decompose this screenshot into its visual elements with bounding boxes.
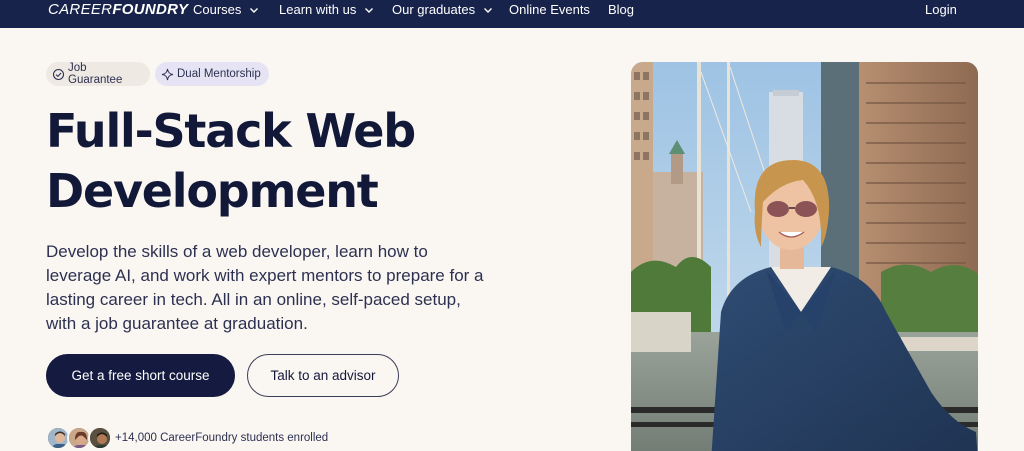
nav-item-blog[interactable]: Blog [608,2,634,18]
nav-item-label: Courses [193,2,242,17]
talk-to-advisor-button[interactable]: Talk to an advisor [247,354,399,397]
badge-label: Dual Mentorship [177,68,261,80]
hero-description: Develop the skills of a web developer, l… [46,242,484,333]
chevron-down-icon [249,5,259,15]
avatar [88,426,112,450]
nav-item-label: Our graduates [392,2,476,17]
nav-item-online-events[interactable]: Online Events [509,2,590,18]
nav-item-courses[interactable]: Courses [193,2,259,18]
badge-job-guarantee: Job Guarantee [46,62,150,86]
nav-item-our-graduates[interactable]: Our graduates [392,2,493,18]
page-title-line-1: Full-Stack Web [46,104,416,158]
nav-item-label: Online Events [509,2,590,17]
nav-item-learn-with-us[interactable]: Learn with us [279,2,374,18]
careerfoundry-logo[interactable]: CAREERFOUNDRY [48,1,188,19]
get-free-short-course-button[interactable]: Get a free short course [46,354,235,397]
hero-photo [631,62,978,451]
logo-text-foundry: FOUNDRY [112,1,189,18]
login-label: Login [925,2,957,17]
chevron-down-icon [483,5,493,15]
check-circle-icon [52,68,65,81]
student-avatars [46,426,114,450]
badge-dual-mentorship: Dual Mentorship [155,62,269,86]
chevron-down-icon [364,5,374,15]
nav-item-label: Learn with us [279,2,357,17]
page-title: Full-Stack Web Development [46,101,566,221]
badge-label: Job Guarantee [68,62,123,86]
logo-text-career: CAREER [48,1,113,18]
page-title-line-2: Development [46,164,379,218]
login-link[interactable]: Login [925,2,957,18]
nav-item-label: Blog [608,2,635,17]
enrolled-count: +14,000 CareerFoundry students enrolled [115,432,329,444]
top-nav: CAREERFOUNDRY Courses Learn with us Our … [0,0,1024,28]
sparkle-icon [161,68,174,81]
